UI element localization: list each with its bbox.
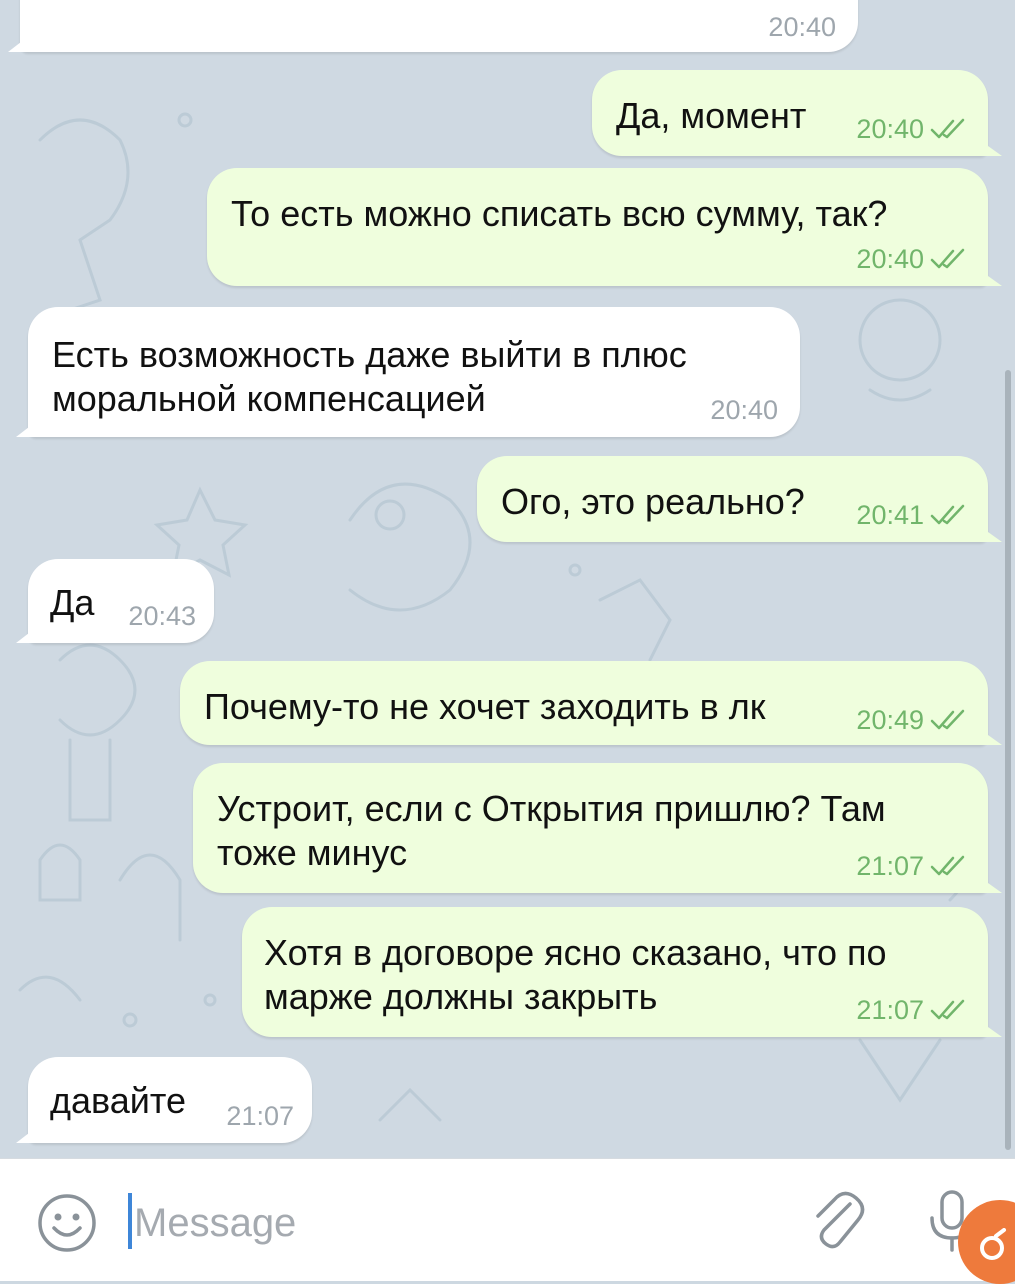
message-text: Есть возможность даже выйти в плюс морал…	[52, 334, 687, 419]
message-outgoing[interactable]: Устроит, если с Открытия пришлю? Там тож…	[193, 763, 988, 893]
message-time: 20:41	[856, 500, 966, 530]
time-label: 20:40	[768, 12, 836, 42]
message-time: 21:07	[856, 995, 966, 1025]
message-outgoing[interactable]: То есть можно списать всю сумму, так? 20…	[207, 168, 988, 286]
text-caret	[128, 1193, 132, 1249]
double-check-icon	[930, 999, 965, 1020]
double-check-icon	[930, 855, 965, 876]
message-text: Да, момент	[616, 95, 807, 136]
message-text: Устроит, если с Открытия пришлю? Там тож…	[217, 788, 886, 873]
time-label: 20:40	[710, 395, 778, 425]
message-time: 20:49	[856, 705, 966, 735]
time-label: 20:40	[856, 114, 924, 144]
message-outgoing[interactable]: Почему-то не хочет заходить в лк 20:49	[180, 661, 988, 745]
double-check-icon	[930, 709, 965, 730]
time-label: 20:40	[856, 244, 924, 274]
time-label: 21:07	[856, 995, 924, 1025]
time-label: 20:41	[856, 500, 924, 530]
message-outgoing[interactable]: Да, момент 20:40	[592, 70, 988, 156]
message-incoming[interactable]: 20:40	[20, 0, 858, 52]
double-check-icon	[930, 118, 965, 139]
message-text: Ого, это реально?	[501, 481, 805, 522]
chat-area[interactable]: 20:40 Да, момент 20:40 То есть можно спи…	[0, 0, 1015, 1158]
message-input[interactable]	[134, 1196, 774, 1250]
time-label: 21:07	[856, 851, 924, 881]
message-incoming[interactable]: давайте 21:07	[28, 1057, 312, 1143]
time-label: 20:43	[128, 601, 196, 631]
message-text: давайте	[50, 1080, 186, 1121]
message-text: Почему-то не хочет заходить в лк	[204, 686, 766, 727]
double-check-icon	[930, 248, 965, 269]
message-time: 21:07	[856, 851, 966, 881]
time-label: 21:07	[226, 1101, 294, 1131]
message-text: Хотя в договоре ясно сказано, что по мар…	[264, 932, 887, 1017]
circle-arrow-icon	[980, 1228, 1006, 1260]
message-time: 20:40	[856, 244, 966, 274]
time-label: 20:49	[856, 705, 924, 735]
message-outgoing[interactable]: Ого, это реально? 20:41	[477, 456, 988, 542]
message-incoming[interactable]: Есть возможность даже выйти в плюс морал…	[28, 307, 800, 437]
message-incoming[interactable]: Да 20:43	[28, 559, 214, 643]
paperclip-icon[interactable]	[806, 1190, 868, 1252]
message-time: 20:40	[856, 114, 966, 144]
message-time: 20:40	[710, 395, 778, 425]
message-text: То есть можно списать всю сумму, так?	[231, 193, 888, 234]
scrollbar[interactable]	[1005, 370, 1011, 1150]
message-text: Да	[50, 582, 95, 623]
double-check-icon	[930, 504, 965, 525]
message-time: 20:40	[768, 12, 836, 42]
message-time: 21:07	[226, 1101, 294, 1131]
smile-icon[interactable]	[36, 1192, 98, 1254]
message-time: 20:43	[128, 601, 196, 631]
message-outgoing[interactable]: Хотя в договоре ясно сказано, что по мар…	[242, 907, 988, 1037]
